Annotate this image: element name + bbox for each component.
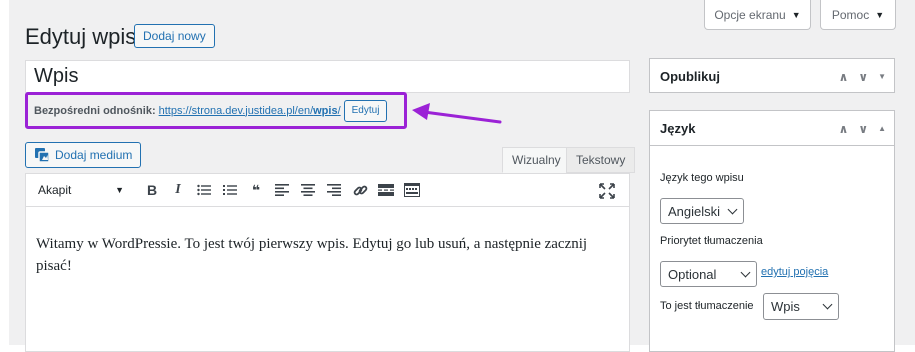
permalink-link[interactable]: https://strona.dev.justidea.pl/en/wpis/ xyxy=(159,105,341,117)
italic-button[interactable]: I xyxy=(166,178,190,202)
move-down-icon[interactable]: ∨ xyxy=(858,70,868,84)
post-language-value: Angielski xyxy=(668,203,721,219)
publish-box: Opublikuj ∧ ∨ ▼ xyxy=(649,58,895,93)
bullet-list-icon[interactable] xyxy=(192,178,216,202)
post-title-input[interactable]: Wpis xyxy=(25,60,630,93)
post-language-label: Język tego wpisu xyxy=(660,172,744,184)
screen-options-label: Opcje ekranu xyxy=(714,7,786,22)
format-select[interactable]: Akapit ▼ xyxy=(32,178,130,202)
editor-content[interactable]: Witamy w WordPressie. To jest twój pierw… xyxy=(25,207,630,352)
editor-toolbar: Akapit ▼ B I ❝ xyxy=(25,173,630,207)
translation-label: To jest tłumaczenie xyxy=(660,300,754,312)
move-down-icon[interactable]: ∨ xyxy=(858,122,868,136)
add-media-button[interactable]: Dodaj medium xyxy=(25,142,142,168)
permalink-label: Bezpośredni odnośnik: xyxy=(34,104,156,117)
chevron-down-icon xyxy=(740,267,751,277)
language-box-header[interactable]: Język ∧ ∨ ▲ xyxy=(650,111,894,146)
screen-options-button[interactable]: Opcje ekranu ▼ xyxy=(704,0,811,30)
translation-value: Wpis xyxy=(771,299,800,314)
toggle-panel-icon[interactable]: ▼ xyxy=(878,72,886,81)
edit-terms-link[interactable]: edytuj pojęcia xyxy=(761,266,828,278)
bold-button[interactable]: B xyxy=(140,178,164,202)
move-up-icon[interactable]: ∧ xyxy=(839,70,849,84)
numbered-list-icon[interactable] xyxy=(218,178,242,202)
translation-select[interactable]: Wpis xyxy=(763,293,839,320)
read-more-icon[interactable] xyxy=(374,178,398,202)
toolbar-toggle-icon[interactable] xyxy=(400,178,424,202)
media-icon xyxy=(35,148,50,163)
tab-visual[interactable]: Wizualny xyxy=(502,147,571,173)
permalink-slug: wpis xyxy=(313,104,338,117)
permalink-box: Bezpośredni odnośnik: https://strona.dev… xyxy=(25,92,407,129)
fullscreen-icon[interactable] xyxy=(595,179,619,203)
align-center-icon[interactable] xyxy=(296,178,320,202)
publish-box-header[interactable]: Opublikuj ∧ ∨ ▼ xyxy=(650,59,894,94)
priority-select[interactable]: Optional xyxy=(660,261,757,287)
link-icon[interactable] xyxy=(348,178,372,202)
editor-paragraph: Witamy w WordPressie. To jest twój pierw… xyxy=(36,236,588,274)
permalink-url-suffix: / xyxy=(337,104,341,117)
caret-down-icon: ▼ xyxy=(791,9,801,20)
chevron-down-icon xyxy=(727,204,738,214)
annotation-arrow-icon xyxy=(412,103,502,124)
page-title: Edytuj wpis xyxy=(25,24,137,49)
help-label: Pomoc xyxy=(831,7,870,22)
blockquote-button[interactable]: ❝ xyxy=(244,178,268,202)
format-select-value: Akapit xyxy=(38,183,72,197)
chevron-down-icon xyxy=(822,299,833,310)
add-media-label: Dodaj medium xyxy=(55,148,133,162)
publish-box-title: Opublikuj xyxy=(660,69,720,84)
align-left-icon[interactable] xyxy=(270,178,294,202)
tab-text[interactable]: Tekstowy xyxy=(566,147,636,173)
priority-label: Priorytet tłumaczenia xyxy=(660,235,763,247)
permalink-url-prefix: https://strona.dev.justidea.pl/en/ xyxy=(158,104,314,117)
align-right-icon[interactable] xyxy=(322,178,346,202)
help-button[interactable]: Pomoc ▼ xyxy=(820,0,896,30)
post-language-select[interactable]: Angielski xyxy=(660,198,744,224)
caret-down-icon: ▼ xyxy=(115,185,124,195)
caret-down-icon: ▼ xyxy=(875,9,885,20)
move-up-icon[interactable]: ∧ xyxy=(839,122,849,136)
toggle-panel-icon[interactable]: ▲ xyxy=(878,124,886,133)
add-new-button[interactable]: Dodaj nowy xyxy=(134,24,215,48)
edit-slug-button[interactable]: Edytuj xyxy=(343,99,388,122)
language-box-title: Język xyxy=(660,120,696,136)
priority-value: Optional xyxy=(668,266,717,282)
